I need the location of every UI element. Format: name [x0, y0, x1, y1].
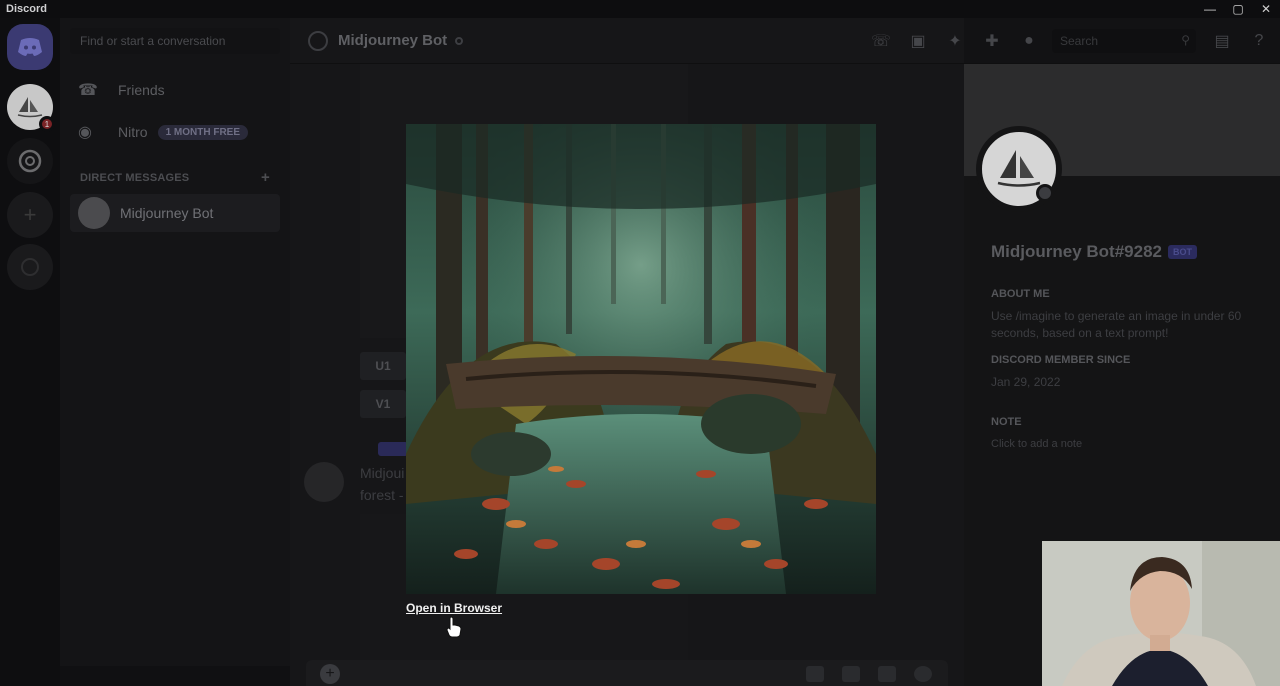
presenter-video	[1042, 541, 1280, 686]
open-in-browser-link[interactable]: Open in Browser	[406, 601, 502, 615]
webcam-overlay	[1042, 541, 1280, 686]
hand-cursor-icon	[446, 616, 462, 638]
forest-image	[406, 124, 876, 594]
image-preview[interactable]	[406, 124, 876, 594]
